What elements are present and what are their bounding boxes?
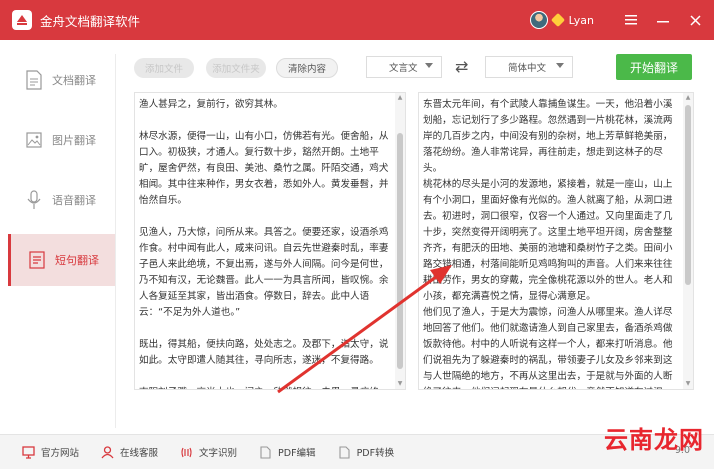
target-text-pane[interactable]: 东晋太元年间，有个武陵人靠捕鱼谋生。一天，他沿着小溪划船，忘记划行了多少路程。忽… [418,92,694,390]
target-language-select[interactable]: 简体中文 [485,56,573,78]
window-controls [620,12,706,28]
pdf-convert-link[interactable]: PDF转换 [338,445,395,459]
pdf-convert-icon [339,445,350,459]
bottom-item-label: 在线客服 [120,448,159,459]
target-language-value: 简体中文 [508,63,547,74]
target-scrollbar[interactable]: ▲ ▼ [683,93,693,389]
source-language-select[interactable]: 文言文 [366,56,442,78]
scroll-down-icon[interactable]: ▼ [685,381,691,387]
sidebar: 文档翻译 图片翻译 语音翻译 短句翻译 [8,54,116,428]
scroll-up-icon[interactable]: ▲ [685,95,691,101]
official-website-link[interactable]: 官方网站 [22,445,79,459]
target-text[interactable]: 东晋太元年间，有个武陵人靠捕鱼谋生。一天，他沿着小溪划船，忘记划行了多少路程。忽… [423,97,681,389]
bottom-item-label: 官方网站 [41,448,80,459]
sidebar-item-document[interactable]: 文档翻译 [8,54,115,106]
bottom-item-label: 文字识别 [199,448,238,459]
source-scrollbar[interactable]: ▲ ▼ [395,93,405,389]
text-recognition-link[interactable]: 文字识别 [180,445,237,459]
sidebar-item-image[interactable]: 图片翻译 [8,114,115,166]
clear-content-button[interactable]: 清除内容 [276,58,338,78]
sentence-icon [29,251,45,269]
add-folder-button[interactable]: 添加文件夹 [206,58,266,78]
bottom-item-label: PDF转换 [356,448,395,459]
sidebar-item-sentence[interactable]: 短句翻译 [8,234,115,286]
online-support-link[interactable]: 在线客服 [101,445,158,459]
watermark: 云南龙网 [604,426,704,454]
monitor-icon [22,445,35,459]
username[interactable]: Lyan [569,14,594,27]
chevron-down-icon [425,63,433,68]
user-area[interactable]: Lyan [529,11,594,29]
source-language-value: 文言文 [389,63,418,74]
close-icon[interactable] [684,12,706,28]
bottom-item-label: PDF编辑 [278,448,316,459]
app-logo-icon [12,10,32,30]
source-scroll-thumb[interactable] [397,133,403,369]
scroll-down-icon[interactable]: ▼ [397,381,403,387]
microphone-icon [27,190,41,209]
vip-diamond-icon [550,12,565,28]
person-icon [101,445,114,458]
pdf-edit-link[interactable]: PDF编辑 [259,445,316,459]
title-bar: 金舟文档翻译软件 Lyan [0,0,714,40]
target-scroll-thumb[interactable] [685,105,691,285]
avatar[interactable] [529,11,548,29]
sidebar-item-label: 文档翻译 [52,74,96,87]
document-icon [26,70,42,90]
pdf-edit-icon [260,445,271,459]
swap-languages-icon[interactable]: ⇄ [455,57,468,76]
source-text[interactable]: 渔人甚异之，复前行，欲穷其林。 林尽水源，便得一山，山有小口，仿佛若有光。便舍船… [139,97,393,389]
source-text-pane[interactable]: 渔人甚异之，复前行，欲穷其林。 林尽水源，便得一山，山有小口，仿佛若有光。便舍船… [134,92,406,390]
text-recognition-icon [181,447,192,457]
sidebar-item-label: 语音翻译 [52,194,96,207]
sidebar-item-label: 短句翻译 [55,254,99,267]
app-title: 金舟文档翻译软件 [40,13,141,29]
menu-icon[interactable] [620,12,642,28]
sidebar-item-voice[interactable]: 语音翻译 [8,174,115,226]
image-icon [26,132,42,148]
add-file-button[interactable]: 添加文件 [134,58,194,78]
scroll-up-icon[interactable]: ▲ [397,95,403,101]
sidebar-item-label: 图片翻译 [52,134,96,147]
toolbar: 添加文件 添加文件夹 清除内容 文言文 ⇄ 简体中文 开始翻译 [120,54,714,80]
minimize-icon[interactable] [652,12,674,28]
chevron-down-icon [556,63,564,68]
start-translate-button[interactable]: 开始翻译 [616,54,692,80]
